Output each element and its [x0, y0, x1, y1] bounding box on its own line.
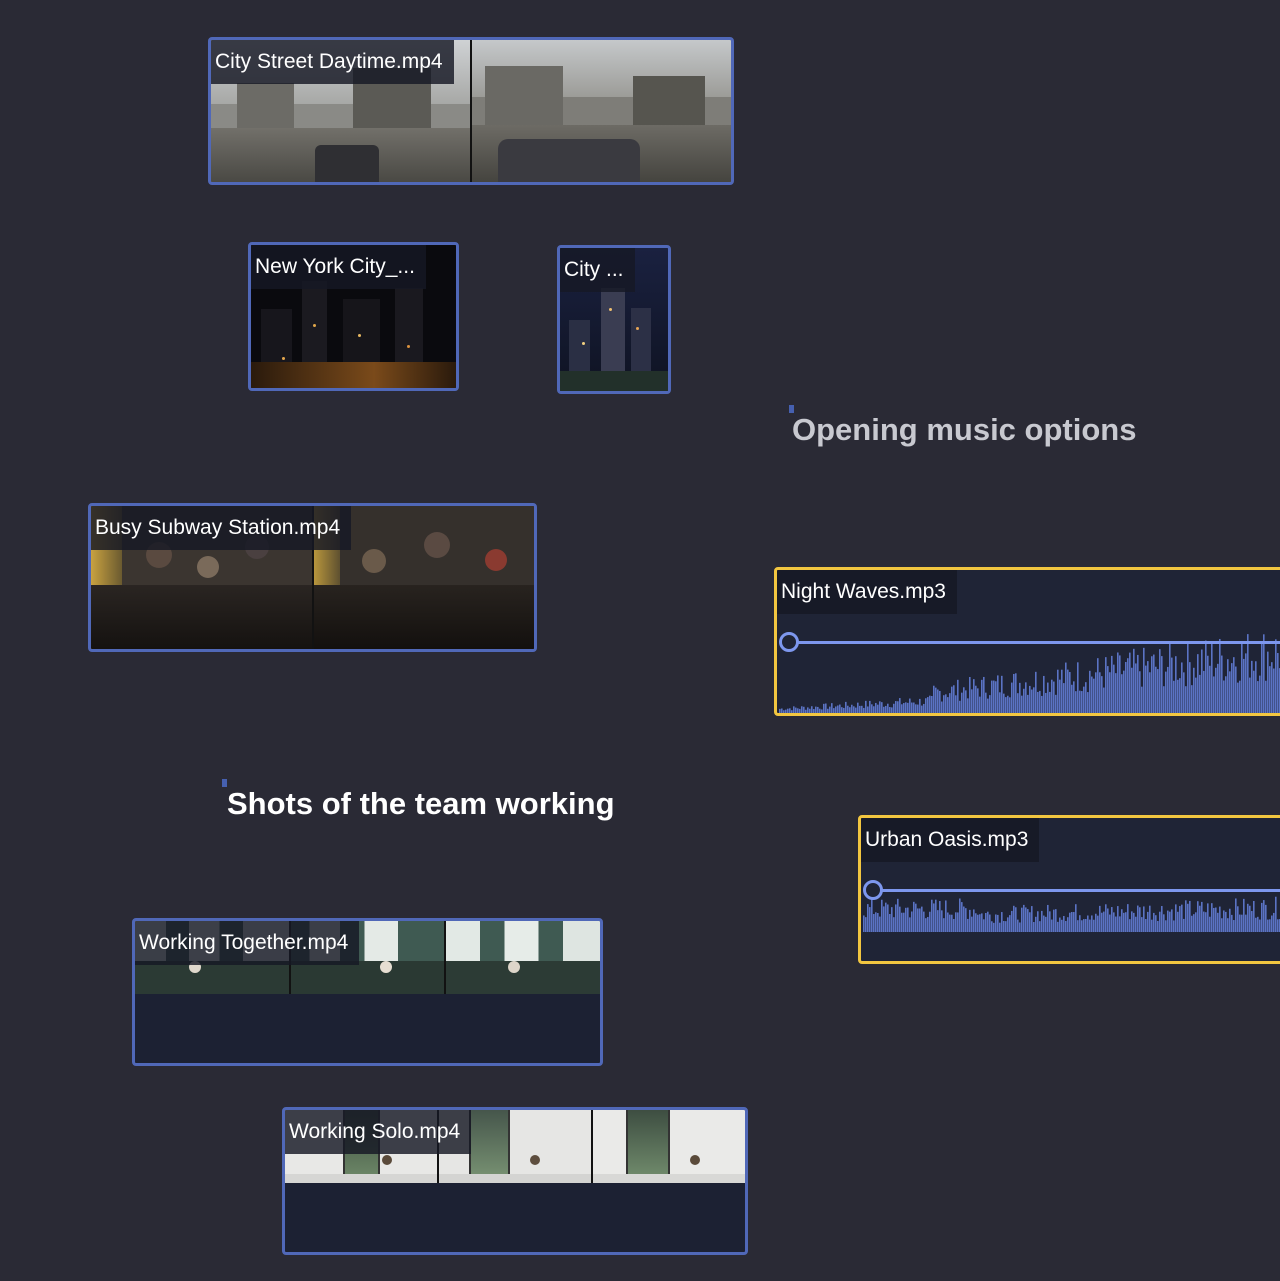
volume-handle-icon[interactable]: [863, 880, 883, 900]
clip-title: Busy Subway Station.mp4: [91, 506, 352, 550]
video-clip-city-street-daytime[interactable]: City Street Daytime.mp4: [208, 37, 734, 185]
volume-line[interactable]: [871, 889, 1280, 892]
note-team-working[interactable]: Shots of the team working: [227, 786, 615, 822]
video-clip-new-york-city[interactable]: New York City_...: [248, 242, 459, 391]
clip-title: Working Solo.mp4: [285, 1110, 472, 1154]
video-clip-city[interactable]: City ...: [557, 245, 671, 394]
volume-line[interactable]: [787, 641, 1280, 644]
video-clip-working-solo[interactable]: Working Solo.mp4: [282, 1107, 748, 1255]
clip-title: City Street Daytime.mp4: [211, 40, 454, 84]
clip-title: New York City_...: [251, 245, 426, 289]
clip-title: Urban Oasis.mp3: [861, 818, 1040, 862]
thumbnail-frame: [591, 1110, 745, 1183]
video-clip-working-together[interactable]: Working Together.mp4: [132, 918, 603, 1066]
volume-handle-icon[interactable]: [779, 632, 799, 652]
thumbnail-frame: [470, 40, 731, 182]
clip-title: Night Waves.mp3: [777, 570, 957, 614]
clip-title: City ...: [560, 248, 635, 292]
video-clip-busy-subway-station[interactable]: Busy Subway Station.mp4: [88, 503, 537, 652]
clip-title: Working Together.mp4: [135, 921, 360, 965]
audio-clip-night-waves[interactable]: Night Waves.mp3: [774, 567, 1280, 716]
note-opening-music[interactable]: Opening music options: [792, 412, 1136, 448]
audio-clip-urban-oasis[interactable]: Urban Oasis.mp3: [858, 815, 1280, 964]
thumbnail-frame: [444, 921, 600, 994]
